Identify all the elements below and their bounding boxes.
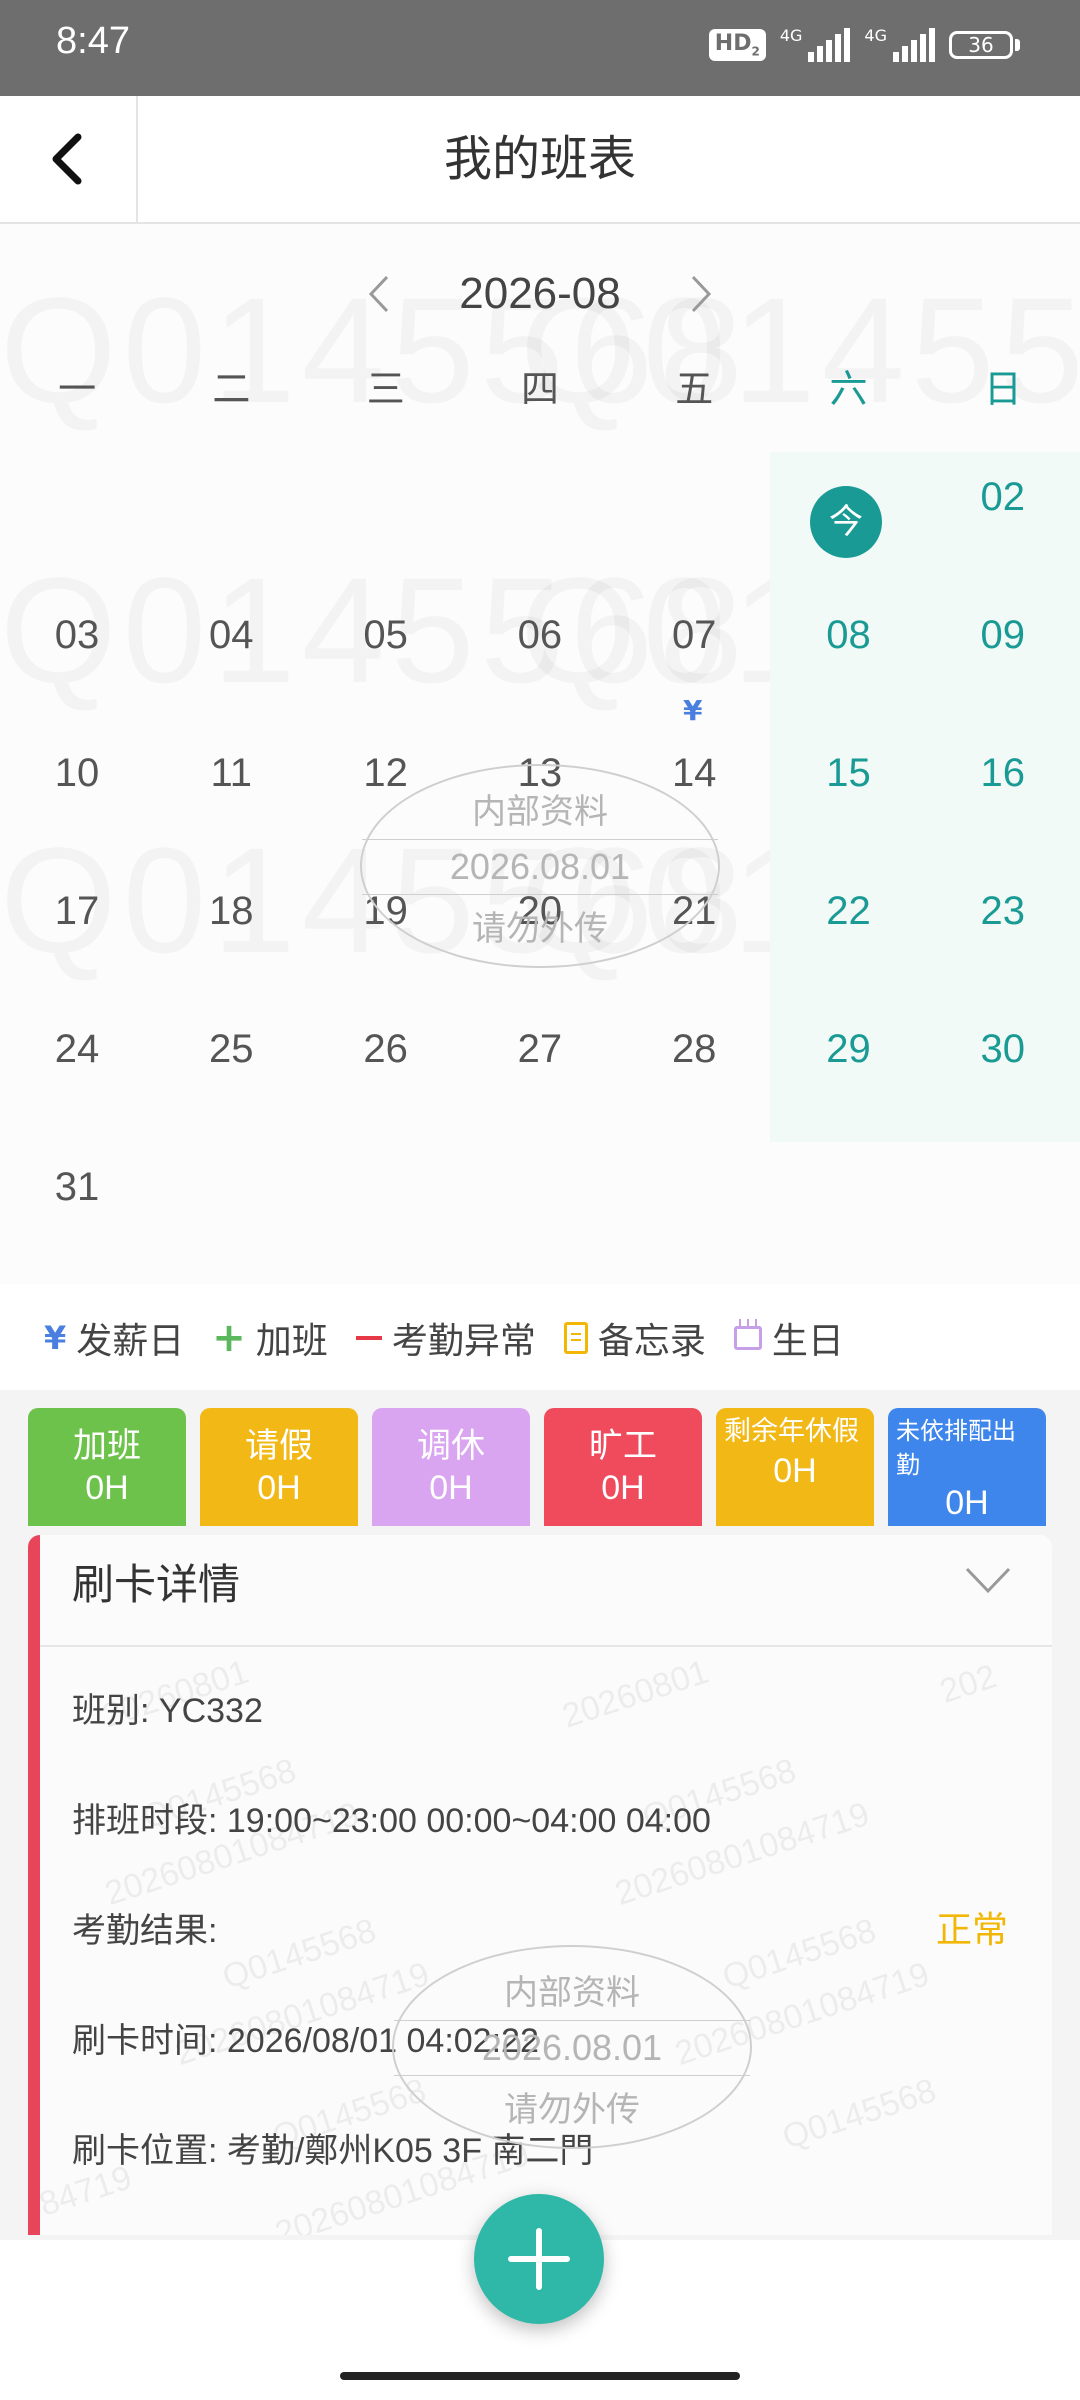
calendar-day[interactable]: 31 (0, 1142, 154, 1232)
calendar-day[interactable]: 30 (926, 1004, 1080, 1094)
minus-icon (355, 1336, 382, 1340)
prev-month-button[interactable] (349, 264, 409, 324)
calendar-day[interactable]: 16 (926, 728, 1080, 818)
payday-marker: ¥ (683, 694, 703, 727)
home-indicator[interactable] (340, 2372, 740, 2380)
status-bar: 8:47 HD2 4G 4G 36 (0, 0, 1080, 96)
signal1-label: 4G (779, 26, 803, 45)
calendar-day[interactable]: 03 (0, 590, 154, 680)
weekday-label: 五 (675, 367, 714, 411)
calendar-day[interactable]: 02 (926, 452, 1080, 542)
plus-icon (508, 2228, 570, 2290)
chevron-down-icon (965, 1567, 1011, 1594)
signal2-label: 4G (864, 26, 887, 45)
add-button[interactable] (474, 2194, 604, 2324)
swipe-detail-header[interactable]: 刷卡详情 (40, 1535, 1052, 1647)
result-status-badge: 正常 (935, 1910, 1008, 1951)
page-title: 我的班表 (443, 131, 636, 187)
stat-annual-leave-remaining[interactable]: 剩余年休假 0H (716, 1408, 874, 1526)
legend-overtime: + 加班 (212, 1315, 328, 1362)
chevron-right-icon (691, 275, 711, 313)
watermark-stamp: 内部资料 2026.08.01 请勿外传 (360, 764, 720, 968)
weekday-label: 六 (829, 367, 868, 411)
calendar-day[interactable]: 22 (772, 866, 926, 956)
calendar-day[interactable]: 05 (309, 590, 463, 680)
calendar-day[interactable]: 06 (463, 590, 617, 680)
memo-icon (563, 1322, 588, 1354)
month-selector: 2026-08 (0, 254, 1080, 334)
weekday-header: 一 二 三 四 五 六 日 (0, 354, 1080, 424)
chevron-left-icon (369, 275, 389, 313)
calendar-day[interactable]: 28 (617, 1004, 771, 1094)
legend-abnormal: 考勤异常 (355, 1312, 536, 1364)
status-time: 8:47 (56, 20, 130, 62)
battery-level: 36 (949, 31, 1013, 59)
stat-compensatory-leave[interactable]: 调休 0H (372, 1408, 530, 1526)
plus-icon: + (212, 1315, 246, 1361)
yen-icon: ¥ (44, 1319, 67, 1357)
calendar-day[interactable]: 09 (926, 590, 1080, 680)
stat-leave[interactable]: 请假 0H (200, 1408, 358, 1526)
calendar-day[interactable]: 04 (154, 590, 308, 680)
signal-icon (808, 28, 851, 62)
calendar-day[interactable]: 10 (0, 728, 154, 818)
calendar-day[interactable]: 18 (154, 866, 308, 956)
legend-memo: 备忘录 (563, 1312, 706, 1364)
weekday-label: 二 (212, 367, 251, 411)
calendar-day[interactable]: 25 (154, 1004, 308, 1094)
swipe-detail-card: 20260801 20260801 202 Q0145568 Q0145568 … (28, 1535, 1052, 2235)
battery-icon: 36 (949, 31, 1020, 59)
calendar: Q0145568 Q0145568 Q0145568 Q0145568 Q014… (0, 224, 1080, 1284)
cake-icon (733, 1319, 762, 1350)
month-label: 2026-08 (459, 269, 621, 318)
calendar-day[interactable]: 29 (772, 1004, 926, 1094)
swipe-detail-title: 刷卡详情 (72, 1560, 241, 1609)
calendar-day[interactable]: 24 (0, 1004, 154, 1094)
stat-unscheduled-attendance[interactable]: 未依排配出勤 0H (888, 1408, 1046, 1526)
hd-badge: HD2 (708, 29, 766, 61)
status-icons: HD2 4G 4G 36 (708, 26, 1020, 62)
calendar-legend: ¥ 发薪日 + 加班 考勤异常 备忘录 生日 (44, 1312, 844, 1364)
stat-absence[interactable]: 旷工 0H (544, 1408, 702, 1526)
calendar-day[interactable]: 17 (0, 866, 154, 956)
calendar-day[interactable]: 23 (926, 866, 1080, 956)
nav-bar: 我的班表 (0, 96, 1080, 224)
next-month-button[interactable] (671, 264, 731, 324)
weekday-label: 四 (520, 367, 559, 411)
today-marker[interactable]: 今 (810, 486, 882, 558)
schedule-row: 排班时段: 19:00~23:00 00:00~04:00 04:00 (72, 1802, 711, 1840)
legend-payday: ¥ 发薪日 (44, 1319, 185, 1362)
result-label: 考勤结果: (72, 1912, 218, 1950)
back-button[interactable] (0, 96, 138, 222)
calendar-day[interactable]: 27 (463, 1004, 617, 1094)
calendar-day[interactable]: 07 (617, 590, 771, 680)
calendar-day[interactable]: 11 (154, 728, 308, 818)
watermark-stamp: 内部资料 2026.08.01 请勿外传 (392, 1945, 752, 2149)
summary-area: 加班 0H 请假 0H 调休 0H 旷工 0H 剩余年休假 0H 未依排配出勤 0H 202… (0, 1390, 1080, 2240)
chevron-left-icon (52, 133, 82, 185)
signal-icon-2 (893, 28, 935, 62)
calendar-day[interactable]: 15 (772, 728, 926, 818)
calendar-day[interactable]: 26 (309, 1004, 463, 1094)
shift-row: 班别: YC332 (72, 1692, 263, 1730)
weekday-label: 一 (58, 367, 97, 411)
stat-overtime[interactable]: 加班 0H (28, 1408, 186, 1526)
calendar-day[interactable]: 08 (772, 590, 926, 680)
weekday-label: 三 (366, 367, 405, 411)
weekday-label: 日 (983, 367, 1022, 411)
legend-birthday: 生日 (733, 1312, 844, 1364)
